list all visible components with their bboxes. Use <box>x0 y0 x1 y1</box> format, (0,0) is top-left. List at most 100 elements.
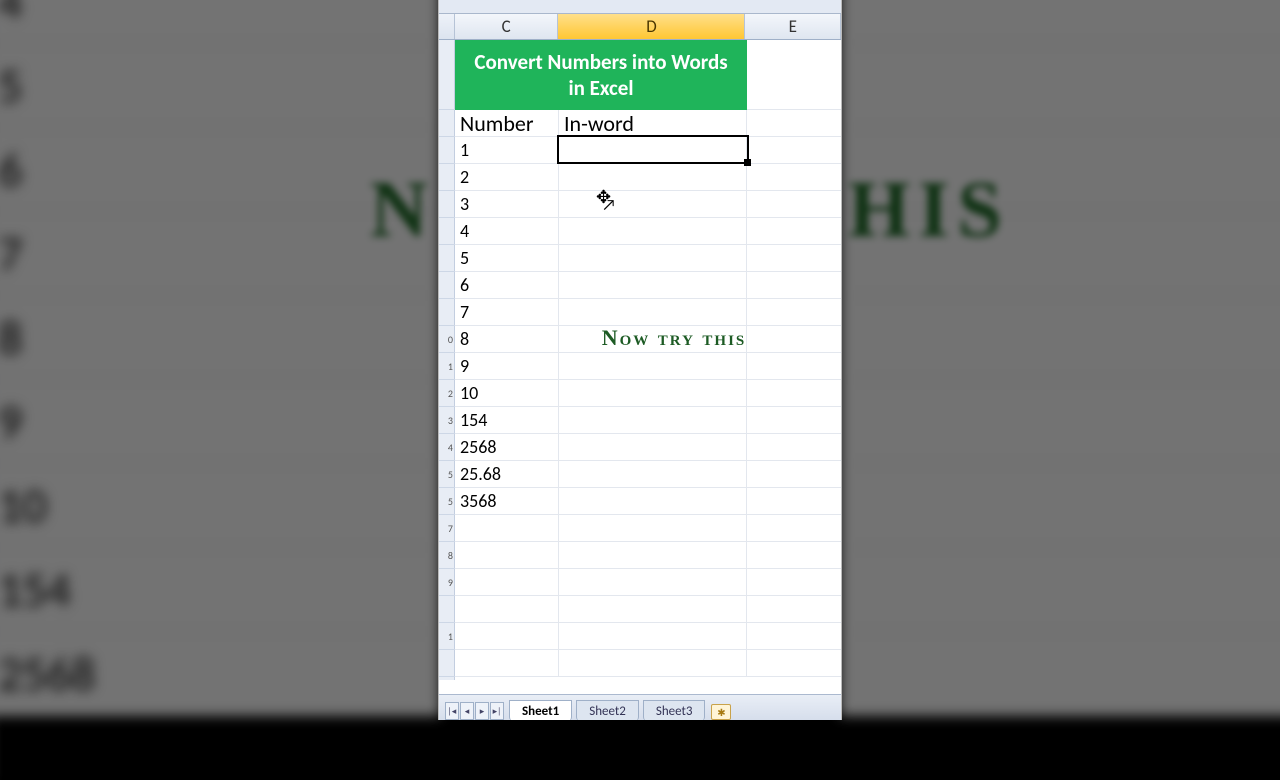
cell[interactable] <box>747 272 842 299</box>
row-header[interactable]: 0 <box>439 326 455 353</box>
cell-number[interactable]: 5 <box>455 245 559 272</box>
select-all-corner[interactable] <box>439 14 455 39</box>
title-banner[interactable]: Convert Numbers into Words in Excel <box>455 40 747 110</box>
column-header-e[interactable]: E <box>745 14 841 39</box>
row-header[interactable] <box>439 137 455 164</box>
active-cell-selection[interactable] <box>557 135 749 164</box>
cell[interactable] <box>559 380 747 407</box>
cell[interactable] <box>747 191 842 218</box>
cell[interactable] <box>747 137 842 164</box>
cell[interactable] <box>559 299 747 326</box>
row-header[interactable] <box>439 650 455 677</box>
cell[interactable] <box>455 650 559 677</box>
fill-handle[interactable] <box>744 159 751 166</box>
cell-number[interactable]: 10 <box>455 380 559 407</box>
cell[interactable] <box>455 542 559 569</box>
cell[interactable] <box>747 164 842 191</box>
cell[interactable] <box>747 40 842 110</box>
cell[interactable] <box>455 623 559 650</box>
cell-number[interactable]: 7 <box>455 299 559 326</box>
cell[interactable] <box>559 245 747 272</box>
cell[interactable] <box>559 515 747 542</box>
cell-number[interactable]: 2568 <box>455 434 559 461</box>
row-header[interactable] <box>439 218 455 245</box>
cell[interactable] <box>747 380 842 407</box>
row-header[interactable] <box>439 596 455 623</box>
cell[interactable] <box>559 596 747 623</box>
row-header[interactable]: 7 <box>439 515 455 542</box>
cell[interactable] <box>747 407 842 434</box>
cell[interactable] <box>455 596 559 623</box>
row-header[interactable]: 9 <box>439 569 455 596</box>
cell-number[interactable]: 9 <box>455 353 559 380</box>
cell[interactable] <box>747 353 842 380</box>
cell[interactable] <box>747 434 842 461</box>
cell[interactable] <box>747 515 842 542</box>
cell-number[interactable]: 6 <box>455 272 559 299</box>
cell[interactable] <box>747 245 842 272</box>
cell[interactable] <box>559 650 747 677</box>
row-header[interactable] <box>439 40 455 110</box>
row-header[interactable]: 4 <box>439 434 455 461</box>
cell[interactable] <box>747 488 842 515</box>
sheet-tab-3[interactable]: Sheet3 <box>643 700 706 720</box>
cell[interactable] <box>455 569 559 596</box>
cell[interactable] <box>747 569 842 596</box>
cell[interactable] <box>747 623 842 650</box>
row-header[interactable]: 5 <box>439 461 455 488</box>
bg-cell <box>840 632 1280 716</box>
cell[interactable] <box>559 569 747 596</box>
cell[interactable] <box>559 407 747 434</box>
row-header[interactable]: 5 <box>439 488 455 515</box>
header-inword[interactable]: In-word <box>559 110 747 137</box>
cell-number[interactable]: 3 <box>455 191 559 218</box>
cell-number[interactable]: 3568 <box>455 488 559 515</box>
cell[interactable] <box>747 461 842 488</box>
row-header[interactable]: 2 <box>439 380 455 407</box>
cell[interactable] <box>559 164 747 191</box>
tab-nav-next[interactable]: ▸ <box>475 702 489 720</box>
insert-sheet-icon[interactable]: ✱ <box>711 704 731 720</box>
tab-nav-first[interactable]: |◂ <box>445 702 459 720</box>
cell[interactable] <box>747 596 842 623</box>
cell[interactable] <box>559 623 747 650</box>
cell-number[interactable]: 154 <box>455 407 559 434</box>
cell[interactable] <box>747 299 842 326</box>
sheet-tab-1[interactable]: Sheet1 <box>509 700 572 720</box>
row-header[interactable] <box>439 245 455 272</box>
worksheet-grid[interactable]: 0 1 2 3 4 5 5 7 8 9 1 Convert Numbers in… <box>439 40 841 680</box>
cell[interactable] <box>747 650 842 677</box>
cell-number[interactable]: 1 <box>455 137 559 164</box>
row-header[interactable]: 8 <box>439 542 455 569</box>
row-header[interactable]: 3 <box>439 407 455 434</box>
column-header-c[interactable]: C <box>455 14 558 39</box>
cell[interactable] <box>455 515 559 542</box>
cell-number[interactable]: 8 <box>455 326 559 353</box>
cell-number[interactable]: 25.68 <box>455 461 559 488</box>
cell[interactable] <box>747 542 842 569</box>
cell[interactable] <box>559 488 747 515</box>
row-header[interactable] <box>439 110 455 137</box>
row-header[interactable] <box>439 191 455 218</box>
row-header[interactable] <box>439 299 455 326</box>
cell[interactable] <box>559 191 747 218</box>
row-header[interactable] <box>439 164 455 191</box>
header-number[interactable]: Number <box>455 110 559 137</box>
row-header[interactable]: 1 <box>439 623 455 650</box>
cell[interactable] <box>559 272 747 299</box>
row-header[interactable] <box>439 272 455 299</box>
row-header[interactable]: 1 <box>439 353 455 380</box>
cell[interactable] <box>559 461 747 488</box>
cell-number[interactable]: 2 <box>455 164 559 191</box>
cell[interactable] <box>559 542 747 569</box>
tab-nav-prev[interactable]: ◂ <box>460 702 474 720</box>
column-header-d[interactable]: D <box>558 14 745 39</box>
cell[interactable] <box>747 110 842 137</box>
cell[interactable] <box>747 218 842 245</box>
tab-nav-last[interactable]: ▸| <box>490 702 504 720</box>
cell-number[interactable]: 4 <box>455 218 559 245</box>
cell[interactable] <box>559 218 747 245</box>
cell[interactable] <box>559 434 747 461</box>
sheet-tab-2[interactable]: Sheet2 <box>576 700 639 720</box>
cell[interactable] <box>559 353 747 380</box>
